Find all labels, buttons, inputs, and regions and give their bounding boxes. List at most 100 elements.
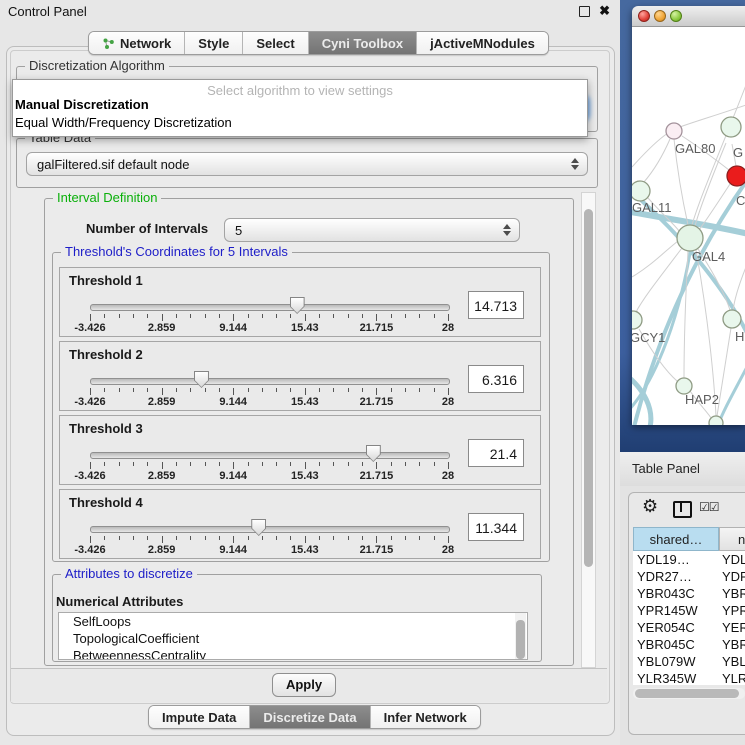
control-panel-header: Control Panel ✖: [0, 0, 620, 22]
threshold-value-field[interactable]: 6.316: [468, 365, 524, 393]
table-row[interactable]: YBL079WYBL0: [633, 653, 745, 670]
horizontal-scrollbar-thumb[interactable]: [635, 689, 739, 698]
threshold-slider-handle[interactable]: [366, 445, 381, 462]
attribute-list-item[interactable]: TopologicalCoefficient: [59, 630, 527, 647]
tick-mark: [190, 314, 191, 318]
tick-mark: [90, 388, 91, 395]
network-node-gal80[interactable]: [666, 123, 682, 139]
close-icon[interactable]: ✖: [599, 3, 610, 19]
algorithm-option[interactable]: Equal Width/Frequency Discretization: [15, 115, 232, 130]
table-row[interactable]: YDR27…YDR2: [633, 568, 745, 585]
threshold-slider-handle[interactable]: [251, 519, 266, 536]
algorithm-option[interactable]: Manual Discretization: [15, 97, 149, 112]
tick-label: 21.715: [360, 322, 394, 334]
number-of-intervals-combobox[interactable]: 5: [224, 218, 520, 242]
tick-mark: [391, 462, 392, 466]
tick-mark: [362, 388, 363, 392]
tick-mark: [219, 462, 220, 466]
tab-impute-data[interactable]: Impute Data: [149, 706, 250, 728]
list-scrollbar[interactable]: [515, 613, 526, 659]
tick-mark: [205, 388, 206, 392]
table-row[interactable]: YBR045CYBR0: [633, 636, 745, 653]
column-header-1[interactable]: n: [719, 527, 745, 551]
threshold-value-field[interactable]: 14.713: [468, 291, 524, 319]
table-cell: YDL19…: [633, 551, 719, 568]
tab-select[interactable]: Select: [243, 32, 308, 54]
slider-ticks: [90, 536, 448, 544]
tick-mark: [233, 536, 234, 543]
table-cell: YLR3: [719, 670, 745, 685]
tick-mark: [205, 314, 206, 318]
tick-label: 15.43: [291, 322, 319, 334]
table-cell: YBR045C: [633, 636, 719, 653]
tick-label: 21.715: [360, 544, 394, 556]
network-node-c[interactable]: [727, 166, 745, 186]
table-panel-titlebar: Table Panel: [620, 452, 745, 486]
tick-mark: [319, 314, 320, 318]
attribute-list-item[interactable]: SelfLoops: [59, 613, 527, 630]
apply-button[interactable]: Apply: [272, 673, 336, 697]
list-scrollbar-thumb[interactable]: [516, 620, 525, 659]
network-node-h[interactable]: [723, 310, 741, 328]
tick-mark: [391, 388, 392, 392]
tick-mark: [333, 536, 334, 540]
tab-infer-network[interactable]: Infer Network: [371, 706, 480, 728]
table-row[interactable]: YDL19…YDL1: [633, 551, 745, 568]
tick-mark: [448, 536, 449, 543]
tick-mark: [405, 536, 406, 540]
threshold-slider-track[interactable]: [90, 378, 450, 385]
tick-mark: [176, 462, 177, 466]
table-cell: YPR1: [719, 602, 745, 619]
gear-icon[interactable]: ⚙: [642, 496, 658, 517]
tab-label: Select: [256, 36, 294, 51]
close-traffic-light-icon[interactable]: [638, 10, 650, 22]
tick-label: 15.43: [291, 396, 319, 408]
float-window-icon[interactable]: [579, 6, 590, 17]
threshold-value-field[interactable]: 21.4: [468, 439, 524, 467]
table-row[interactable]: YER054CYER0: [633, 619, 745, 636]
network-node-g[interactable]: [721, 117, 741, 137]
slider-tick-labels: -3.4262.8599.14415.4321.71528: [90, 544, 448, 556]
table-data-combobox[interactable]: galFiltered.sif default node: [26, 152, 588, 176]
algorithm-dropdown-popup: Select algorithm to view settings Manual…: [12, 79, 588, 137]
thresholds-group-title: Threshold's Coordinates for 5 Intervals: [61, 245, 292, 259]
tick-mark: [348, 314, 349, 318]
tab-cyni-toolbox[interactable]: Cyni Toolbox: [309, 32, 417, 54]
table-row[interactable]: YLR345WYLR3: [633, 670, 745, 685]
threshold-slider-track[interactable]: [90, 304, 450, 311]
zoom-traffic-light-icon[interactable]: [670, 10, 682, 22]
select-columns-icon[interactable]: ☑☑: [699, 500, 719, 514]
threshold-slider-handle[interactable]: [194, 371, 209, 388]
network-node-gal4[interactable]: [677, 225, 703, 251]
network-node[interactable]: [709, 416, 723, 425]
tick-mark: [133, 314, 134, 318]
table-row[interactable]: YBR043CYBR0: [633, 585, 745, 602]
network-node-gal11[interactable]: [632, 181, 650, 201]
threshold-slider-handle[interactable]: [290, 297, 305, 314]
threshold-value-field[interactable]: 11.344: [468, 513, 524, 541]
table-row[interactable]: YPR145WYPR1: [633, 602, 745, 619]
tab-jactivemnodules[interactable]: jActiveMNodules: [417, 32, 548, 54]
attribute-list-item[interactable]: BetweennessCentrality: [59, 647, 527, 660]
tab-style[interactable]: Style: [185, 32, 243, 54]
tick-mark: [419, 388, 420, 392]
tick-label: -3.426: [74, 544, 105, 556]
scrollbar-thumb[interactable]: [584, 209, 593, 567]
combo-arrows-icon: [499, 224, 515, 236]
tab-discretize-data[interactable]: Discretize Data: [250, 706, 370, 728]
tick-mark: [319, 536, 320, 540]
network-canvas[interactable]: GAL80GCGAL11GAL4GCY1HHAP2: [632, 27, 745, 425]
table-cell: YDR2: [719, 568, 745, 585]
tick-mark: [119, 314, 120, 318]
column-layout-icon[interactable]: [673, 501, 692, 518]
horizontal-scrollbar[interactable]: [633, 688, 745, 699]
vertical-scrollbar[interactable]: [581, 192, 596, 668]
threshold-slider-track[interactable]: [90, 526, 450, 533]
tick-mark: [405, 388, 406, 392]
numerical-attributes-list[interactable]: SelfLoopsTopologicalCoefficientBetweenne…: [58, 612, 528, 660]
threshold-slider-track[interactable]: [90, 452, 450, 459]
minimize-traffic-light-icon[interactable]: [654, 10, 666, 22]
column-header-0[interactable]: shared…: [633, 527, 719, 551]
tab-network[interactable]: Network: [89, 32, 185, 54]
network-node-gcy1[interactable]: [632, 311, 642, 329]
